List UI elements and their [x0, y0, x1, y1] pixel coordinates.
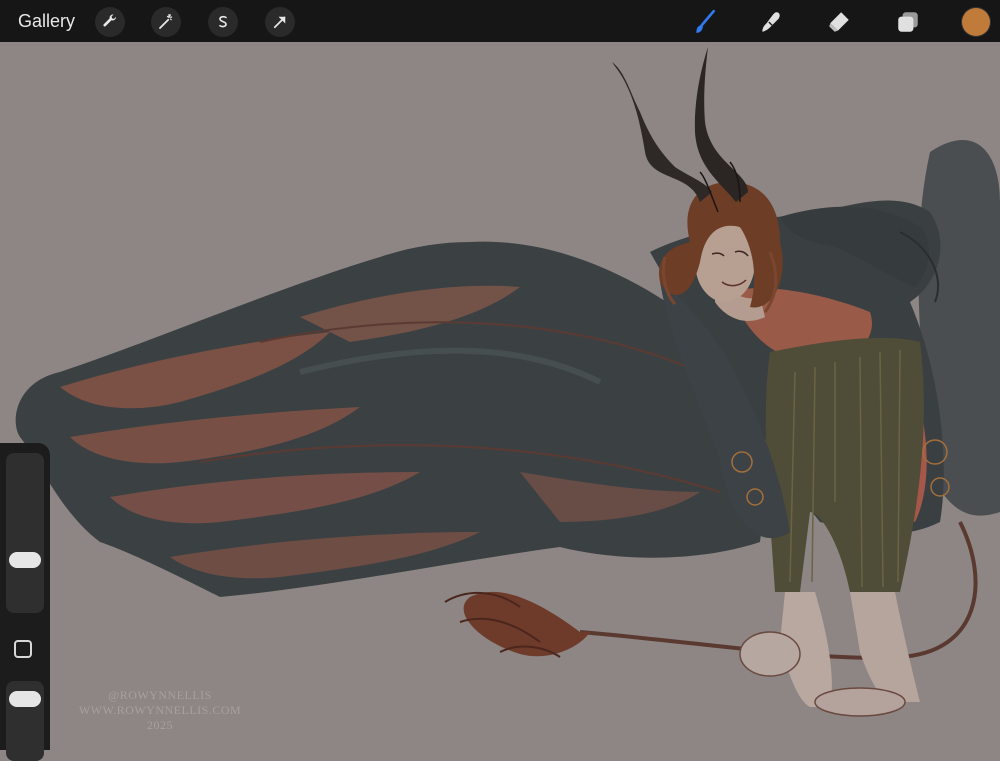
gallery-button[interactable]: Gallery: [18, 10, 75, 32]
left-sidebar: [0, 443, 50, 761]
watermark-year: 2025: [147, 718, 173, 732]
brush-icon: [696, 9, 715, 33]
smudge-finger-icon: [762, 12, 780, 32]
brush-tool-button[interactable]: [690, 7, 720, 37]
eraser-tool-button[interactable]: [824, 7, 854, 37]
top-toolbar: Gallery: [0, 0, 1000, 42]
watermark-handle: @ROWYNNELLIS: [108, 688, 212, 702]
opacity-slider-thumb[interactable]: [9, 690, 41, 707]
layers-button[interactable]: [893, 7, 923, 37]
opacity-slider[interactable]: [6, 681, 44, 761]
wrench-icon: [103, 14, 116, 27]
brush-size-slider-thumb[interactable]: [9, 552, 41, 569]
drawing-canvas[interactable]: [0, 42, 1000, 750]
adjustments-button[interactable]: [151, 7, 181, 37]
artist-watermark: @ROWYNNELLIS WWW.ROWYNNELLIS.COM 2025: [60, 688, 260, 733]
selection-s-icon: [219, 15, 227, 28]
actions-button[interactable]: [95, 7, 125, 37]
eraser-icon: [829, 12, 849, 32]
layers-icon: [898, 12, 918, 32]
selection-button[interactable]: [208, 7, 238, 37]
smudge-tool-button[interactable]: [756, 7, 786, 37]
modify-button[interactable]: [14, 640, 32, 658]
watermark-website: WWW.ROWYNNELLIS.COM: [78, 703, 242, 717]
magic-wand-icon: [159, 13, 173, 29]
transform-button[interactable]: [265, 7, 295, 37]
artwork-illustration: [15, 47, 1000, 717]
arrow-cursor-icon: [273, 16, 286, 29]
color-picker-swatch[interactable]: [962, 8, 990, 36]
brush-size-slider[interactable]: [6, 453, 44, 613]
